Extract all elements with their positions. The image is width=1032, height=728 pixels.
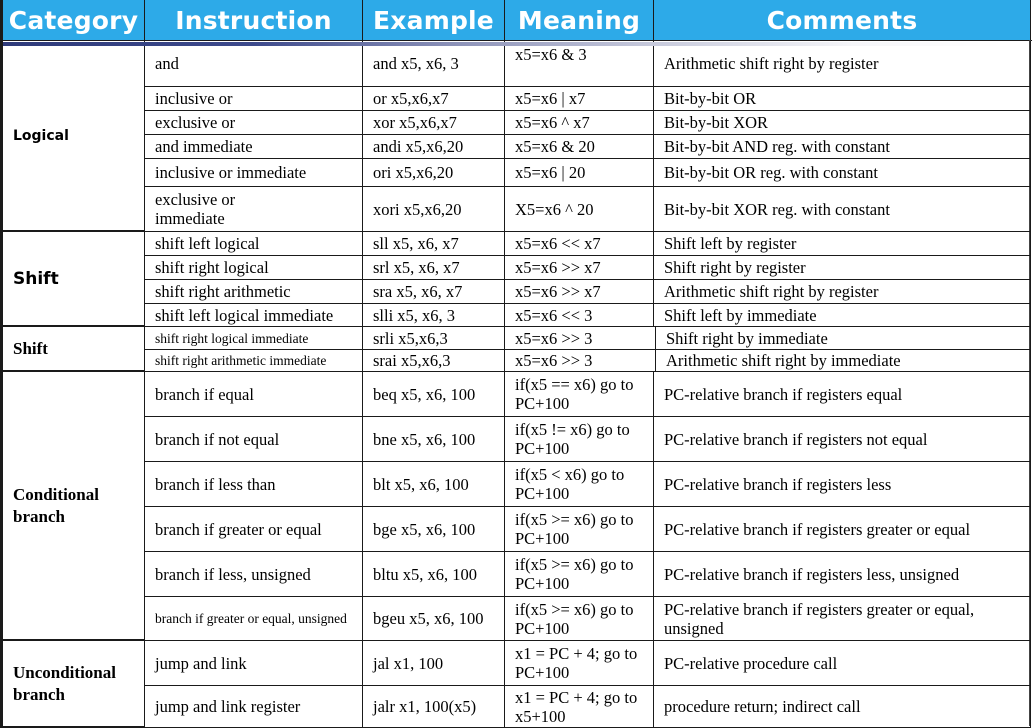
example-cell: bltu x5, x6, 100 [363,552,505,597]
meaning-cell: X5=x6 ^ 20 [505,187,654,232]
comment-cell: Arithmetic shift right by immediate [656,350,1031,372]
meaning-cell: x5=x6 ^ x7 [505,111,654,135]
instruction-cell: jump and link register [145,686,363,728]
meaning-cell: x5=x6 << 3 [505,304,654,327]
header-category: Category [0,0,145,40]
example-cell: srai x5,x6,3 [363,350,505,372]
comment-cell: Shift left by immediate [654,304,1031,327]
meaning-cell: x1 = PC + 4; go to x5+100 [505,686,654,728]
comment-cell: procedure return; indirect call [654,686,1031,728]
example-cell: slli x5, x6, 3 [363,304,505,327]
instruction-cell: and immediate [145,135,363,159]
instruction-cell: shift left logical immediate [145,304,363,327]
category-cell: Shift [0,232,145,327]
example-cell: bne x5, x6, 100 [363,417,505,462]
comment-cell: Shift right by register [654,256,1031,280]
meaning-cell: if(x5 == x6) go to PC+100 [505,372,654,417]
meaning-cell: x5=x6 | x7 [505,87,654,111]
example-cell: srl x5, x6, x7 [363,256,505,280]
comment-cell: PC-relative branch if registers greater … [654,597,1031,641]
meaning-cell: x5=x6 << x7 [505,232,654,256]
comment-cell: PC-relative branch if registers greater … [654,507,1031,552]
comment-cell: Bit-by-bit OR reg. with constant [654,159,1031,187]
meaning-cell: x5=x6 >> x7 [505,256,654,280]
header-example: Example [363,0,505,40]
instruction-cell: branch if less than [145,462,363,507]
example-cell: srli x5,x6,3 [363,327,505,350]
instruction-cell: inclusive or [145,87,363,111]
instruction-cell: shift right arithmetic immediate [145,350,363,372]
example-cell: blt x5, x6, 100 [363,462,505,507]
example-cell: or x5,x6,x7 [363,87,505,111]
category-cell: Logical [0,41,145,232]
instruction-table: Category Instruction Example Meaning Com… [0,0,1032,728]
example-cell: and x5, x6, 3 [363,41,505,87]
meaning-cell: if(x5 != x6) go to PC+100 [505,417,654,462]
instruction-cell: branch if greater or equal, unsigned [145,597,363,641]
instruction-cell: inclusive or immediate [145,159,363,187]
comment-cell: Bit-by-bit OR [654,87,1031,111]
comment-cell: Shift left by register [654,232,1031,256]
comment-cell: PC-relative branch if registers less, un… [654,552,1031,597]
instruction-cell: branch if not equal [145,417,363,462]
instruction-cell: shift right logical [145,256,363,280]
header-instruction: Instruction [145,0,363,40]
comment-cell: PC-relative branch if registers less [654,462,1031,507]
example-cell: bgeu x5, x6, 100 [363,597,505,641]
instruction-cell: shift right arithmetic [145,280,363,304]
header-comments: Comments [654,0,1031,40]
instruction-cell: branch if less, unsigned [145,552,363,597]
comment-cell: Shift right by immediate [656,327,1031,350]
instruction-cell: exclusive or [145,111,363,135]
comment-cell: PC-relative branch if registers not equa… [654,417,1031,462]
instruction-cell: branch if greater or equal [145,507,363,552]
category-cell: Unconditional branch [0,641,145,728]
meaning-cell: x5=x6 | 20 [505,159,654,187]
comment-cell: Bit-by-bit XOR reg. with constant [654,187,1031,232]
comment-cell: PC-relative procedure call [654,641,1031,686]
meaning-cell: x5=x6 >> x7 [505,280,654,304]
meaning-cell: x5=x6 & 20 [505,135,654,159]
example-cell: xor x5,x6,x7 [363,111,505,135]
comment-cell: PC-relative branch if registers equal [654,372,1031,417]
meaning-cell: if(x5 < x6) go to PC+100 [505,462,654,507]
example-cell: jal x1, 100 [363,641,505,686]
instruction-cell: branch if equal [145,372,363,417]
instruction-cell: shift right logical immediate [145,327,363,350]
meaning-cell: x5=x6 >> 3 [505,350,656,372]
header-meaning: Meaning [505,0,654,40]
instruction-cell: and [145,41,363,87]
example-cell: andi x5,x6,20 [363,135,505,159]
example-cell: ori x5,x6,20 [363,159,505,187]
meaning-cell: x1 = PC + 4; go to PC+100 [505,641,654,686]
category-cell: Shift [0,327,145,372]
example-cell: sra x5, x6, x7 [363,280,505,304]
category-cell: Conditional branch [0,372,145,641]
instruction-cell: shift left logical [145,232,363,256]
meaning-cell: if(x5 >= x6) go to PC+100 [505,552,654,597]
decorative-gradient-bar [3,42,1003,46]
example-cell: xori x5,x6,20 [363,187,505,232]
example-cell: bge x5, x6, 100 [363,507,505,552]
meaning-cell: x5=x6 >> 3 [505,327,656,350]
meaning-cell: if(x5 >= x6) go to PC+100 [505,507,654,552]
example-cell: beq x5, x6, 100 [363,372,505,417]
instruction-cell: jump and link [145,641,363,686]
example-cell: sll x5, x6, x7 [363,232,505,256]
comment-cell: Arithmetic shift right by register [654,41,1031,87]
meaning-cell: if(x5 >= x6) go to PC+100 [505,597,654,641]
comment-cell: Bit-by-bit XOR [654,111,1031,135]
example-cell: jalr x1, 100(x5) [363,686,505,728]
meaning-cell: x5=x6 & 3 [505,41,654,87]
comment-cell: Arithmetic shift right by register [654,280,1031,304]
comment-cell: Bit-by-bit AND reg. with constant [654,135,1031,159]
instruction-cell: exclusive or immediate [145,187,363,232]
